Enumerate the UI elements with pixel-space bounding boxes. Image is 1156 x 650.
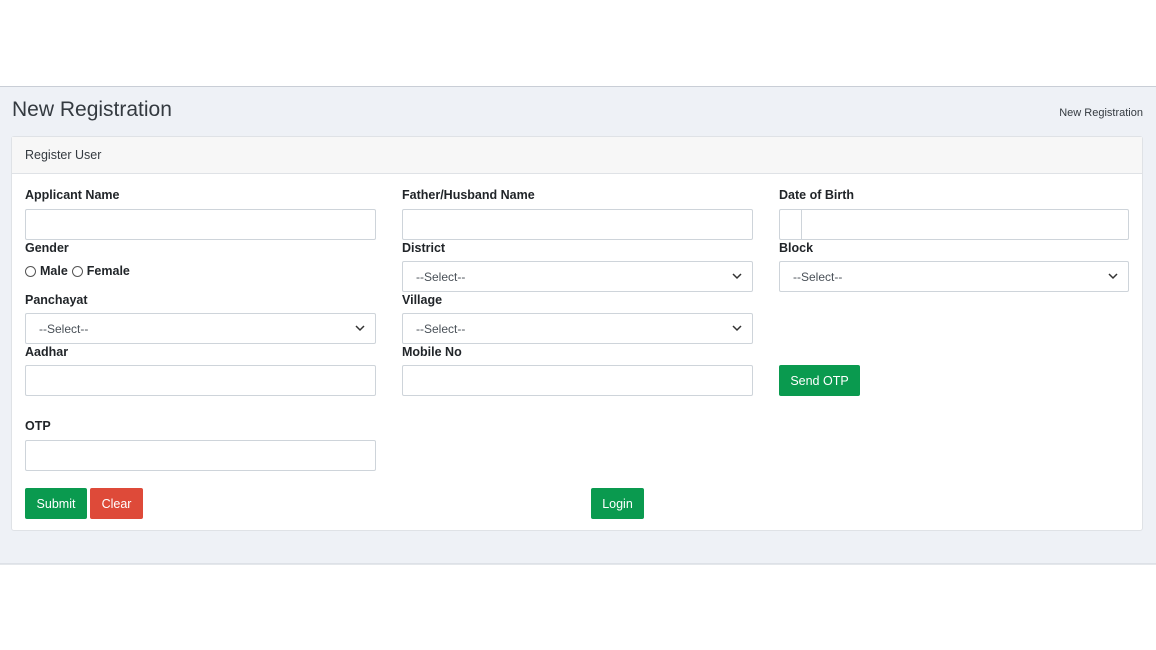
card-title: Register User	[12, 137, 1142, 174]
gender-label: Gender	[25, 241, 69, 255]
village-label: Village	[402, 293, 443, 307]
date-of-birth-label: Date of Birth	[779, 188, 854, 202]
breadcrumb[interactable]: New Registration	[1059, 107, 1143, 119]
gender-option-female-label: Female	[86, 264, 130, 278]
otp-input[interactable]	[25, 440, 376, 471]
village-selected-value: --Select--	[416, 322, 466, 336]
applicant-name-input[interactable]	[25, 209, 376, 240]
submit-button[interactable]: Submit	[25, 488, 87, 519]
gender-option-male[interactable]: Male	[25, 264, 68, 278]
date-picker-divider	[801, 210, 802, 239]
chevron-down-icon	[355, 325, 365, 332]
aadhar-label: Aadhar	[25, 345, 69, 359]
mobile-no-label: Mobile No	[402, 345, 462, 359]
district-label: District	[402, 241, 446, 255]
father-husband-name-input[interactable]	[402, 209, 753, 240]
date-of-birth-input[interactable]	[779, 209, 1129, 240]
block-selected-value: --Select--	[793, 270, 843, 284]
otp-label: OTP	[25, 419, 51, 433]
district-select[interactable]: --Select--	[402, 261, 753, 292]
chevron-down-icon	[732, 273, 742, 280]
clear-button[interactable]: Clear	[90, 488, 143, 519]
login-button[interactable]: Login	[591, 488, 644, 519]
mobile-no-input[interactable]	[402, 365, 753, 396]
radio-empty-icon[interactable]	[71, 265, 83, 277]
district-selected-value: --Select--	[416, 270, 466, 284]
panchayat-select[interactable]: --Select--	[25, 313, 376, 344]
aadhar-input[interactable]	[25, 365, 376, 396]
gender-radio-group: Male Female	[25, 264, 134, 278]
radio-empty-icon[interactable]	[25, 265, 36, 277]
applicant-name-label: Applicant Name	[25, 188, 120, 202]
village-select[interactable]: --Select--	[402, 313, 753, 344]
send-otp-button[interactable]: Send OTP	[779, 365, 860, 396]
chevron-down-icon	[1108, 273, 1118, 280]
gender-option-female[interactable]: Female	[71, 264, 130, 278]
page-title: New Registration	[12, 98, 172, 121]
gender-option-male-label: Male	[40, 264, 68, 278]
block-label: Block	[779, 241, 814, 255]
father-husband-name-label: Father/Husband Name	[402, 188, 535, 202]
chevron-down-icon	[732, 325, 742, 332]
panchayat-label: Panchayat	[25, 293, 88, 307]
block-select[interactable]: --Select--	[779, 261, 1129, 292]
divider	[0, 564, 1156, 565]
panchayat-selected-value: --Select--	[39, 322, 89, 336]
